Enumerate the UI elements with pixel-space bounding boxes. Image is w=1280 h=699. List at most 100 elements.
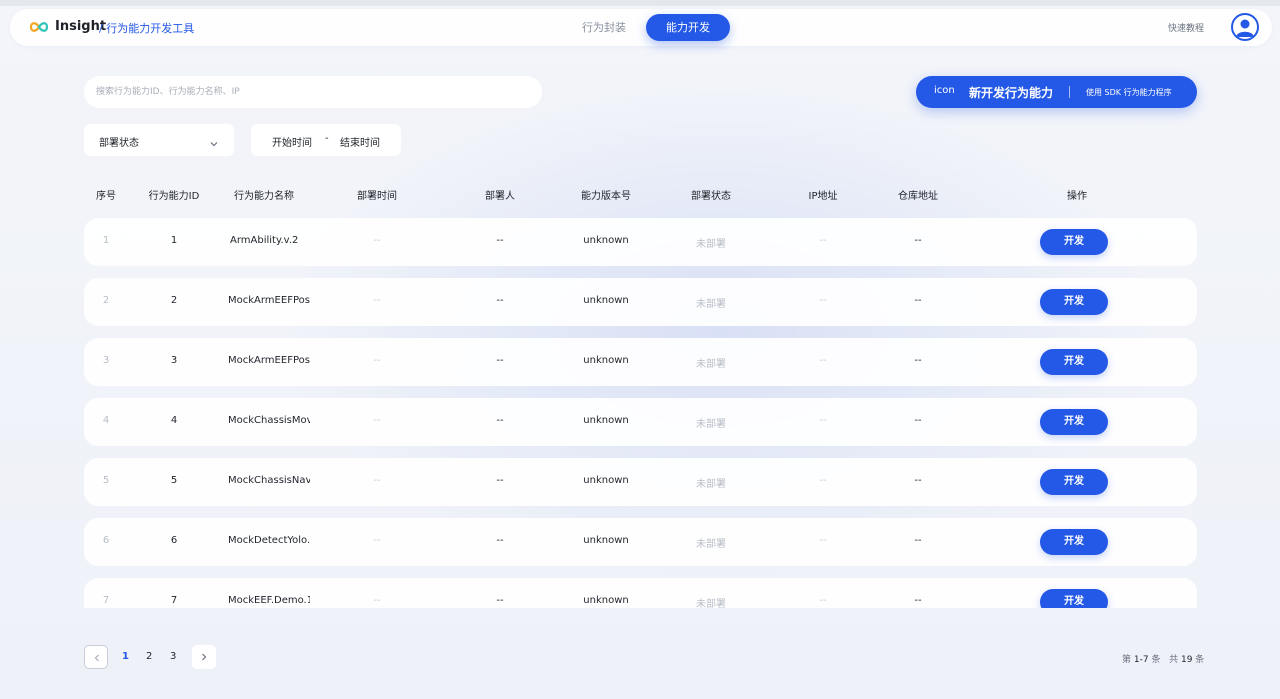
- new-ability-button[interactable]: icon 新开发行为能力 使用 SDK 行为能力程序: [916, 76, 1197, 108]
- tab-ability-development[interactable]: 能力开发: [646, 14, 730, 41]
- tab-behavior-package[interactable]: 行为封装: [562, 14, 646, 41]
- ip-address: --: [819, 355, 827, 366]
- develop-button[interactable]: 开发: [1040, 469, 1108, 495]
- quick-tutorial-link[interactable]: 快速教程: [1168, 21, 1204, 34]
- deploy-time: --: [373, 475, 381, 486]
- column-header: 行为能力ID: [148, 191, 200, 202]
- ability-name: MockChassisMov: [228, 415, 310, 426]
- ip-address: --: [819, 535, 827, 546]
- table-row: 2 2 MockArmEEFPos -- -- unknown 未部署 -- -…: [84, 278, 1197, 326]
- range-value: 1-7: [1133, 655, 1149, 665]
- ability-name: MockArmEEFPos: [228, 355, 310, 366]
- infinity-logo-icon: [28, 19, 50, 35]
- table-body: 1 1 ArmAbility.v.2 -- -- unknown 未部署 -- …: [84, 218, 1197, 608]
- table-row: 5 5 MockChassisNav -- -- unknown 未部署 -- …: [84, 458, 1197, 506]
- repo-address: --: [914, 535, 922, 546]
- search-input[interactable]: [84, 76, 542, 108]
- develop-button[interactable]: 开发: [1040, 409, 1108, 435]
- ability-version: unknown: [583, 235, 629, 246]
- row-index: 1: [102, 235, 110, 246]
- page-number[interactable]: 2: [146, 651, 152, 662]
- total-suffix: 条: [1195, 655, 1205, 665]
- develop-button[interactable]: 开发: [1040, 229, 1108, 255]
- chevron-right-icon: [202, 653, 207, 661]
- ability-version: unknown: [583, 415, 629, 426]
- develop-button[interactable]: 开发: [1040, 289, 1108, 315]
- user-avatar-icon[interactable]: [1231, 13, 1259, 41]
- new-ability-icon: icon: [934, 85, 955, 96]
- chevron-left-icon: [94, 654, 99, 662]
- deployer: --: [496, 355, 504, 366]
- total-prefix: 共: [1169, 655, 1179, 665]
- pagination-summary: 第 1-7 条 共 19 条: [1122, 652, 1204, 665]
- page-number[interactable]: 1: [122, 651, 129, 662]
- column-header: 部署人: [485, 191, 515, 202]
- column-header: 操作: [1067, 191, 1087, 202]
- deploy-time: --: [373, 535, 381, 546]
- column-header: 能力版本号: [581, 191, 631, 202]
- date-range-separator: -: [325, 133, 329, 144]
- repo-address: --: [914, 295, 922, 306]
- repo-address: --: [914, 235, 922, 246]
- deploy-status: 未部署: [696, 359, 726, 370]
- table-row: 3 3 MockArmEEFPos -- -- unknown 未部署 -- -…: [84, 338, 1197, 386]
- ability-id: 5: [170, 475, 178, 486]
- top-header: Insight / 行为能力开发工具 行为封装 能力开发 快速教程: [10, 9, 1272, 46]
- ability-name: MockEEF.Demo.1: [228, 595, 310, 606]
- table-row: 6 6 MockDetectYolo. -- -- unknown 未部署 --…: [84, 518, 1197, 566]
- deploy-status-label: 部署状态: [99, 138, 139, 149]
- deploy-time: --: [373, 355, 381, 366]
- ability-id: 3: [170, 355, 178, 366]
- sdk-program-link[interactable]: 使用 SDK 行为能力程序: [1086, 87, 1172, 98]
- deployer: --: [496, 595, 504, 606]
- button-divider: [1069, 86, 1070, 98]
- ability-name: MockDetectYolo.: [228, 535, 310, 546]
- repo-address: --: [914, 355, 922, 366]
- row-index: 6: [102, 535, 110, 546]
- ip-address: --: [819, 595, 827, 606]
- column-header: 序号: [96, 191, 116, 202]
- end-time-field[interactable]: 结束时间: [340, 134, 380, 149]
- deployer: --: [496, 475, 504, 486]
- deploy-status-select[interactable]: 部署状态: [84, 124, 234, 156]
- develop-button[interactable]: 开发: [1040, 589, 1108, 608]
- repo-address: --: [914, 415, 922, 426]
- page-number[interactable]: 3: [170, 651, 176, 662]
- row-index: 2: [102, 295, 110, 306]
- ability-id: 1: [170, 235, 178, 246]
- deploy-time: --: [373, 295, 381, 306]
- deploy-time: --: [373, 415, 381, 426]
- start-time-field[interactable]: 开始时间: [272, 134, 312, 149]
- deploy-status: 未部署: [696, 299, 726, 310]
- app-subtitle: / 行为能力开发工具: [99, 22, 195, 35]
- ability-name: MockChassisNav: [228, 475, 310, 486]
- top-border: [0, 0, 1280, 6]
- ability-version: unknown: [583, 475, 629, 486]
- deploy-status: 未部署: [696, 479, 726, 490]
- prev-page-button[interactable]: [84, 645, 108, 669]
- deploy-status: 未部署: [696, 419, 726, 430]
- table-row: 7 7 MockEEF.Demo.1 -- -- unknown 未部署 -- …: [84, 578, 1197, 608]
- row-index: 4: [102, 415, 110, 426]
- range-prefix: 第: [1122, 655, 1132, 665]
- deploy-time: --: [373, 595, 381, 606]
- deployer: --: [496, 235, 504, 246]
- date-range-picker[interactable]: 开始时间 - 结束时间: [251, 124, 401, 156]
- row-index: 3: [102, 355, 110, 366]
- ip-address: --: [819, 295, 827, 306]
- ip-address: --: [819, 475, 827, 486]
- ability-id: 2: [170, 295, 178, 306]
- repo-address: --: [914, 475, 922, 486]
- table-row: 4 4 MockChassisMov -- -- unknown 未部署 -- …: [84, 398, 1197, 446]
- repo-address: --: [914, 595, 922, 606]
- table-row: 1 1 ArmAbility.v.2 -- -- unknown 未部署 -- …: [84, 218, 1197, 266]
- deploy-time: --: [373, 235, 381, 246]
- table-header: 序号 行为能力ID 行为能力名称 部署时间 部署人 能力版本号 部署状态 IP地…: [84, 182, 1197, 206]
- ability-name: ArmAbility.v.2: [230, 235, 299, 246]
- ability-version: unknown: [583, 295, 629, 306]
- range-suffix: 条: [1151, 655, 1161, 665]
- develop-button[interactable]: 开发: [1040, 529, 1108, 555]
- next-page-button[interactable]: [192, 645, 216, 669]
- develop-button[interactable]: 开发: [1040, 349, 1108, 375]
- ability-id: 4: [170, 415, 178, 426]
